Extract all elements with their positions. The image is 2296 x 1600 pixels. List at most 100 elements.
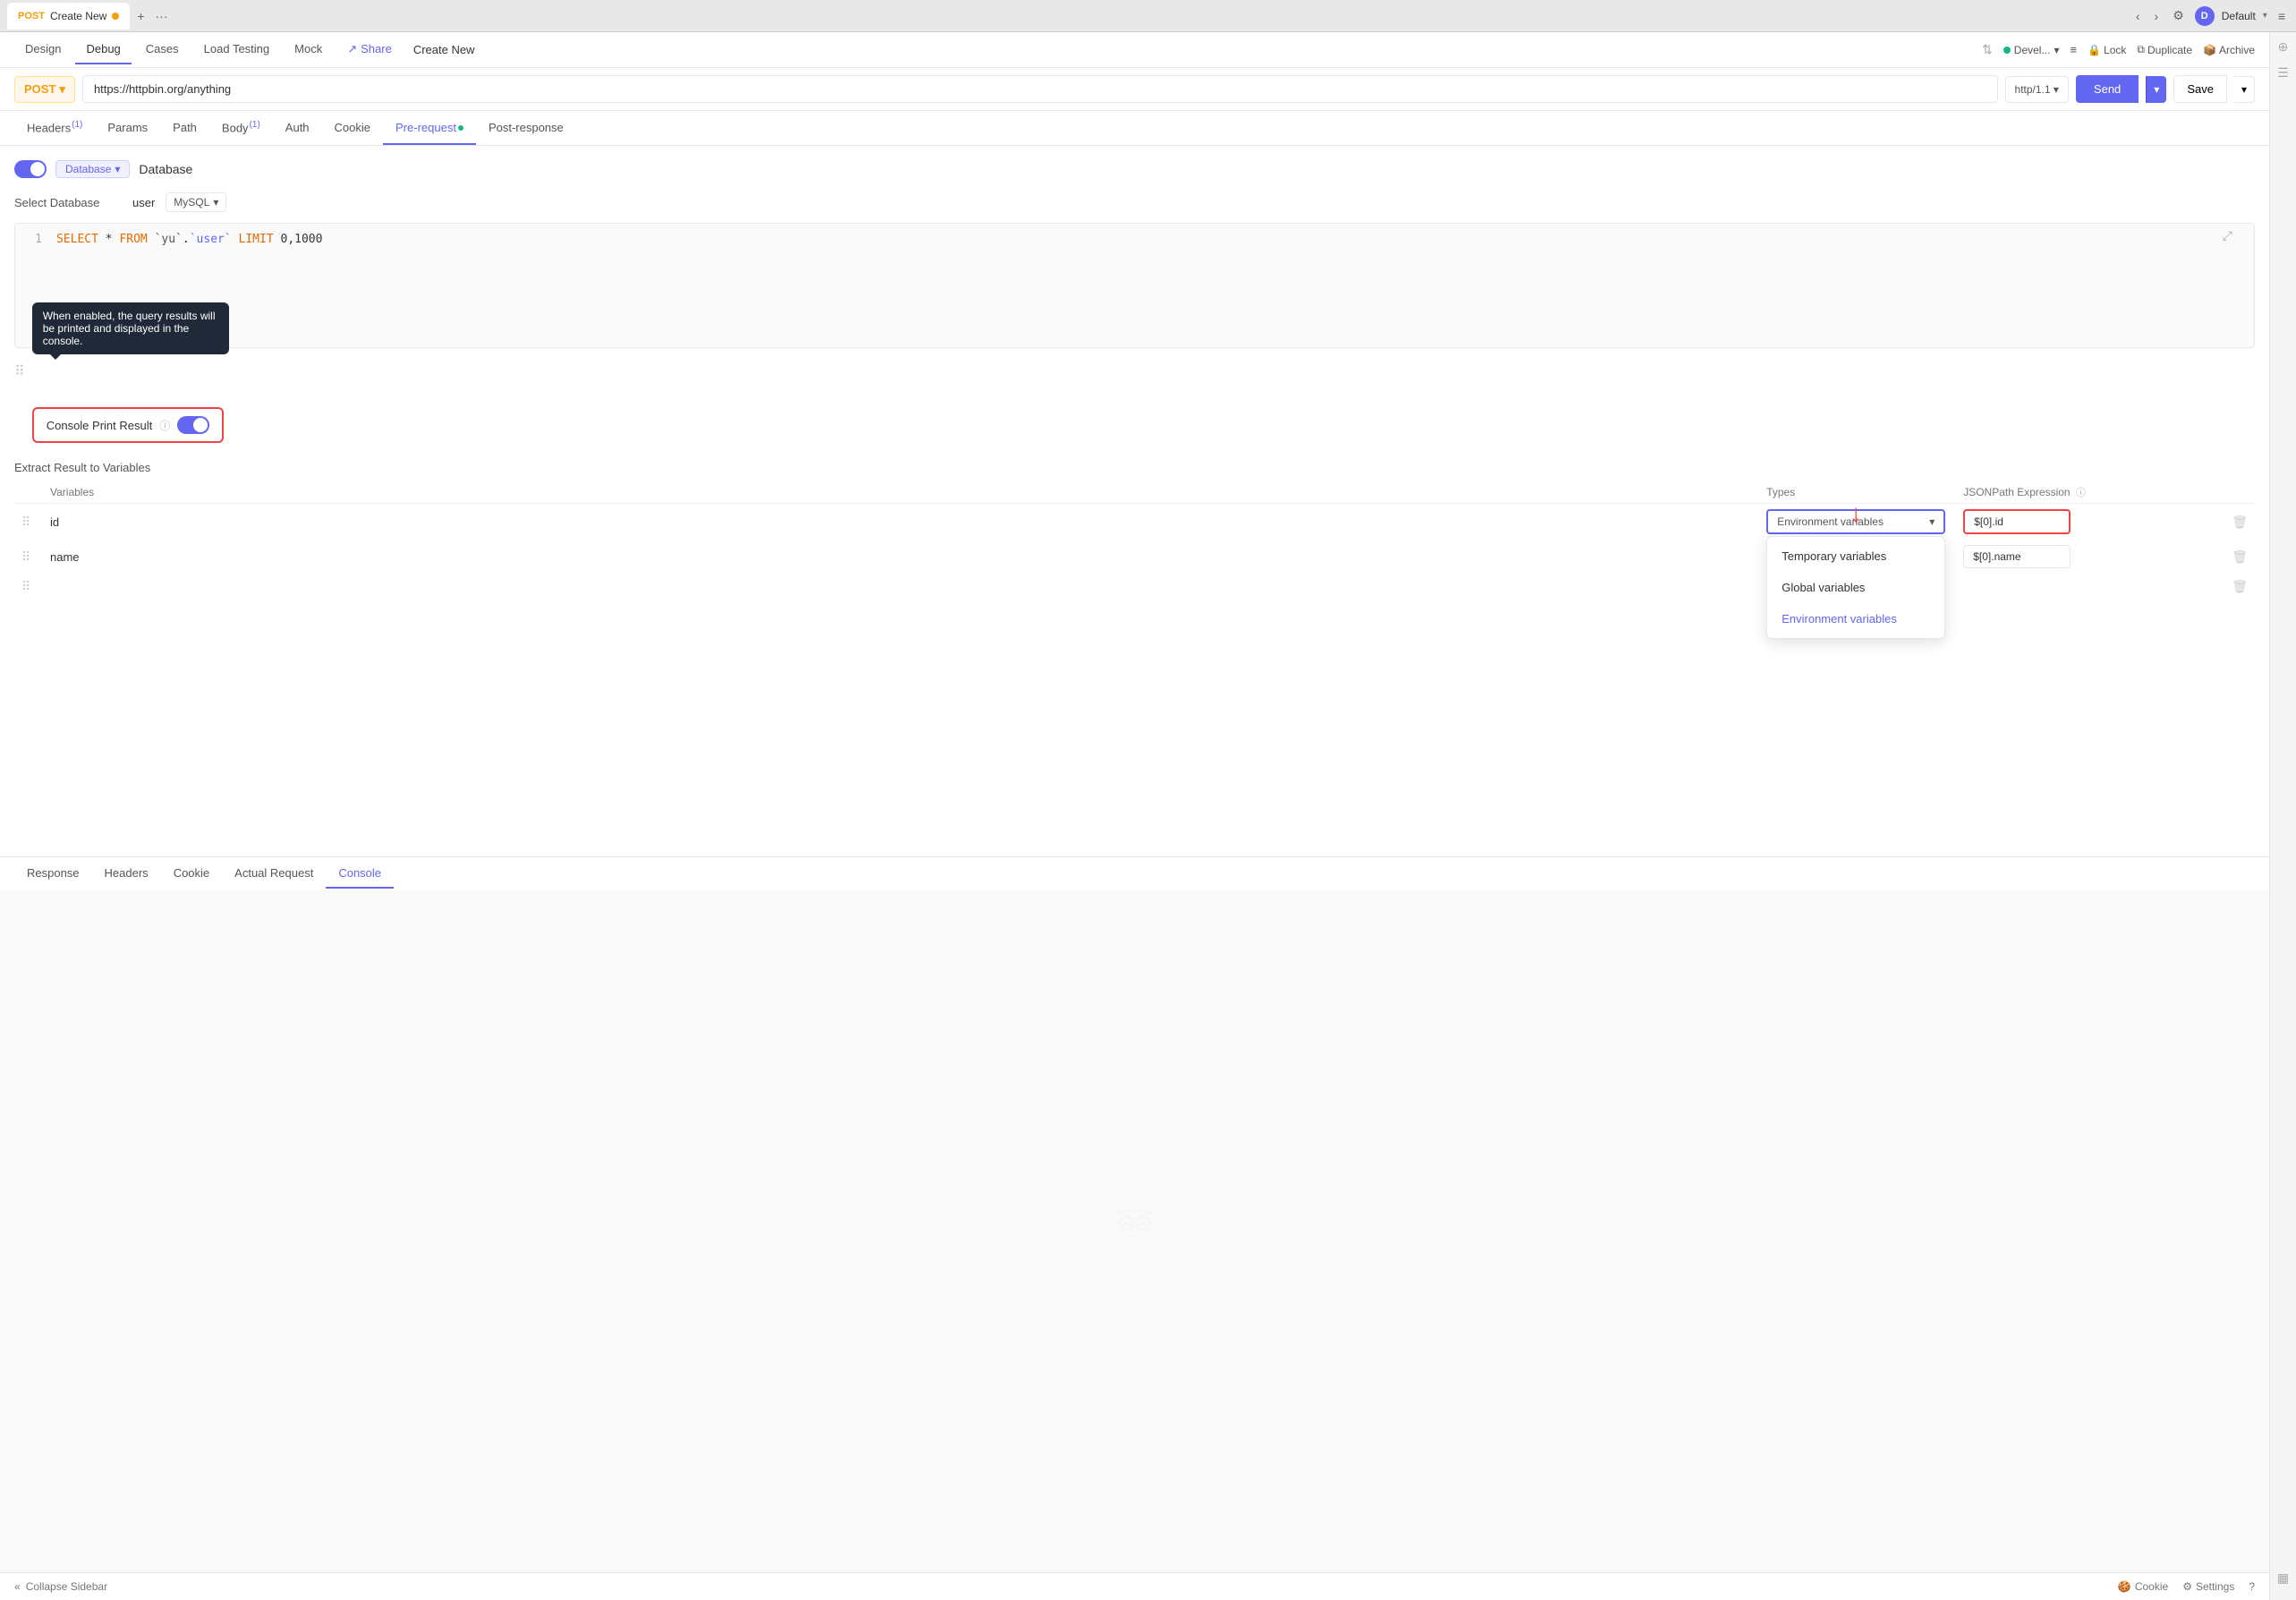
bot-tab-response[interactable]: Response — [14, 859, 92, 889]
tab-body[interactable]: Body(1) — [209, 111, 273, 145]
drag-handle-row2[interactable]: ⠿ — [21, 549, 30, 564]
profile-avatar[interactable]: D — [2195, 6, 2215, 26]
help-button[interactable]: ? — [2249, 1580, 2255, 1593]
browser-tab[interactable]: POST Create New — [7, 3, 130, 30]
dropdown-item-temporary[interactable]: Temporary variables — [1767, 540, 1944, 572]
tab-postresponse[interactable]: Post-response — [476, 112, 576, 145]
bottom-tabs: Response Headers Cookie Actual Request C… — [0, 856, 2269, 890]
console-print-toggle[interactable] — [177, 416, 209, 434]
right-icon-1[interactable]: ⊕ — [2278, 39, 2289, 55]
settings-button[interactable]: ⚙ Settings — [2182, 1580, 2234, 1593]
delete-row3[interactable]: 🗑 — [2232, 579, 2248, 593]
jsonpath-info-icon[interactable]: ⓘ — [2076, 488, 2086, 498]
nav-tab-share[interactable]: ↗ Share — [336, 35, 403, 65]
archive-button[interactable]: 📦 Archive — [2203, 44, 2255, 56]
back-button[interactable]: ‹ — [2132, 5, 2144, 27]
method-chevron: ▾ — [59, 82, 65, 97]
tab-method: POST — [18, 11, 45, 21]
duplicate-button[interactable]: ⧉ Duplicate — [2137, 43, 2192, 56]
dropdown-item-global[interactable]: Global variables — [1767, 572, 1944, 603]
settings-icon-status: ⚙ — [2182, 1580, 2192, 1593]
right-icon-2[interactable]: ☰ — [2277, 65, 2289, 81]
env-label: Devel... — [2014, 44, 2051, 56]
menu-icon[interactable]: ≡ — [2275, 5, 2289, 27]
nav-list-icon[interactable]: ⇅ — [1982, 42, 1993, 57]
dropdown-chevron: ▾ — [1929, 515, 1935, 528]
page-title: Create New — [413, 43, 475, 56]
line-number: 1 — [24, 233, 42, 246]
drag-handle-row3[interactable]: ⠿ — [21, 579, 30, 593]
save-dropdown-button[interactable]: ▾ — [2234, 76, 2255, 103]
tab-prerequest[interactable]: Pre-request — [383, 112, 476, 145]
tab-path[interactable]: Path — [160, 112, 209, 145]
code-line-1: 1 SELECT * FROM `yu`.`user` LIMIT 0,1000 — [24, 233, 2245, 246]
method-select[interactable]: POST ▾ — [14, 76, 75, 103]
url-input[interactable] — [82, 75, 1998, 103]
col-jsonpath: JSONPath Expression ⓘ — [1956, 481, 2224, 504]
var-name: name — [50, 550, 80, 564]
tab-bar: POST Create New + ··· ‹ › ⚙ D Default ▾ … — [0, 0, 2296, 32]
bot-tab-cookie[interactable]: Cookie — [161, 859, 222, 889]
delete-row1[interactable]: 🗑 — [2232, 515, 2248, 529]
code-editor[interactable]: 1 SELECT * FROM `yu`.`user` LIMIT 0,1000… — [14, 223, 2255, 348]
section-label-tag[interactable]: Database ▾ — [55, 160, 130, 178]
tab-headers[interactable]: Headers(1) — [14, 111, 95, 145]
delete-row2[interactable]: 🗑 — [2232, 549, 2248, 564]
dropdown-item-environment[interactable]: Environment variables — [1767, 603, 1944, 634]
nav-tab-cases[interactable]: Cases — [135, 35, 190, 64]
collapse-chevron-left: « — [14, 1580, 21, 1593]
env-list-button[interactable]: ≡ — [2071, 43, 2078, 56]
more-tabs-button[interactable]: ··· — [152, 5, 172, 27]
collapse-sidebar-button[interactable]: « Collapse Sidebar — [14, 1580, 107, 1593]
type-dropdown-container: Environment variables ▾ ↓ — [1766, 509, 1949, 534]
drag-handle-row1[interactable]: ⠿ — [21, 515, 30, 529]
right-icon-table[interactable]: ▦ — [2277, 1570, 2289, 1586]
jsonpath-row1[interactable]: $[0].id — [1963, 509, 2071, 534]
info-icon[interactable]: ⓘ — [159, 418, 170, 433]
tab-params[interactable]: Params — [95, 112, 160, 145]
section-tag-label: Database — [65, 163, 111, 175]
forward-button[interactable]: › — [2151, 5, 2163, 27]
lock-button[interactable]: 🔒 Lock — [2088, 44, 2126, 56]
tab-cookie[interactable]: Cookie — [322, 112, 383, 145]
section-toggle[interactable] — [14, 160, 47, 178]
extract-table: Variables Types JSONPath Expression ⓘ — [14, 481, 2255, 600]
protocol-select[interactable]: http/1.1 ▾ — [2005, 76, 2069, 103]
bot-tab-actualrequest[interactable]: Actual Request — [222, 859, 326, 889]
section-tag-chevron: ▾ — [115, 163, 120, 175]
console-print-row: Console Print Result ⓘ — [32, 407, 225, 443]
save-button[interactable]: Save — [2173, 75, 2227, 103]
env-selector[interactable]: Devel... ▾ — [2003, 44, 2060, 56]
bot-tab-console[interactable]: Console — [326, 859, 394, 889]
tab-dot — [112, 13, 119, 20]
settings-icon[interactable]: ⚙ — [2169, 4, 2188, 27]
jsonpath-row2[interactable]: $[0].name — [1963, 545, 2071, 568]
tooltip-area-container: ⠿ When enabled, the query results will b… — [14, 362, 2255, 443]
app-nav: Design Debug Cases Load Testing Mock ↗ S… — [0, 32, 2269, 68]
expand-button[interactable]: ⤢ — [2223, 229, 2232, 243]
bot-tab-headers[interactable]: Headers — [92, 859, 161, 889]
profile-chevron[interactable]: ▾ — [2263, 11, 2267, 21]
db-type-select[interactable]: MySQL ▾ — [166, 192, 226, 212]
nav-tab-design[interactable]: Design — [14, 35, 72, 64]
tab-auth[interactable]: Auth — [273, 112, 322, 145]
main-content: Database ▾ Database Select Database user… — [0, 146, 2269, 856]
env-chevron: ▾ — [2054, 44, 2059, 56]
new-tab-button[interactable]: + — [133, 5, 148, 27]
nav-tab-mock[interactable]: Mock — [284, 35, 333, 64]
col-drag — [14, 481, 43, 504]
request-bar: POST ▾ http/1.1 ▾ Send ▾ Save ▾ — [0, 68, 2269, 111]
send-dropdown-button[interactable]: ▾ — [2146, 76, 2166, 103]
cookie-button[interactable]: 🍪 Cookie — [2118, 1580, 2168, 1593]
table-row: ⠿ id Environment variables ▾ — [14, 504, 2255, 540]
tab-bar-right: ‹ › ⚙ D Default ▾ ≡ — [2132, 4, 2289, 27]
nav-tab-loadtesting[interactable]: Load Testing — [193, 35, 281, 64]
section-title: Database — [139, 162, 192, 176]
nav-right: ⇅ Devel... ▾ ≡ 🔒 Lock ⧉ Duplicate 📦 Arch… — [1982, 42, 2255, 57]
code-text: SELECT * FROM `yu`.`user` LIMIT 0,1000 — [56, 233, 322, 246]
collapse-label: Collapse Sidebar — [26, 1580, 107, 1593]
nav-tab-debug[interactable]: Debug — [75, 35, 131, 64]
db-label: Select Database — [14, 196, 122, 209]
send-button[interactable]: Send — [2076, 75, 2139, 103]
drag-handle-console[interactable]: ⠿ — [14, 362, 25, 380]
